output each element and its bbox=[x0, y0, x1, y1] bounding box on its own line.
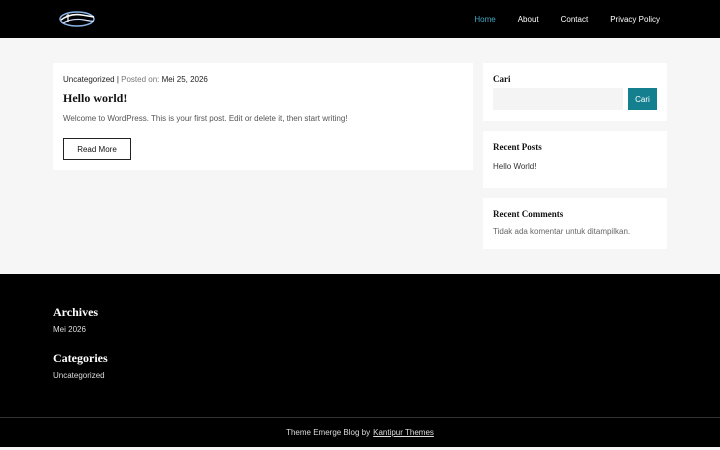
no-comments-text: Tidak ada komentar untuk ditampilkan. bbox=[493, 227, 631, 236]
footer-archives-title: Archives bbox=[53, 305, 99, 319]
read-more-button[interactable]: Read More bbox=[63, 138, 131, 160]
posted-on-label: Posted on: bbox=[121, 75, 160, 84]
credit-link[interactable]: Kantipur Themes bbox=[373, 428, 434, 437]
recent-post-link[interactable]: Hello World! bbox=[493, 162, 536, 171]
recent-posts-widget: Recent Posts Hello World! bbox=[483, 131, 667, 188]
meta-separator: | bbox=[116, 75, 119, 84]
site-footer: Archives Mei 2026 Categories Uncategoriz… bbox=[0, 274, 720, 417]
footer-categories-title: Categories bbox=[53, 351, 108, 365]
search-input[interactable] bbox=[493, 88, 623, 110]
post-card: Uncategorized | Posted on: Mei 25, 2026 … bbox=[53, 63, 473, 170]
nav-contact[interactable]: Contact bbox=[561, 15, 589, 24]
nav-about[interactable]: About bbox=[518, 15, 539, 24]
site-header: Home About Contact Privacy Policy bbox=[0, 0, 720, 38]
post-date-link[interactable]: Mei 25, 2026 bbox=[162, 75, 208, 84]
nav-home[interactable]: Home bbox=[474, 15, 495, 24]
post-meta: Uncategorized | Posted on: Mei 25, 2026 bbox=[63, 75, 208, 84]
recent-comments-widget: Recent Comments Tidak ada komentar untuk… bbox=[483, 198, 667, 249]
recent-comments-title: Recent Comments bbox=[493, 209, 564, 219]
footer-credit-bar: Theme Emerge Blog by Kantipur Themes bbox=[0, 417, 720, 447]
search-widget: Cari Cari bbox=[483, 63, 667, 121]
post-category-link[interactable]: Uncategorized bbox=[63, 75, 115, 84]
category-link[interactable]: Uncategorized bbox=[53, 371, 105, 380]
main-nav: Home About Contact Privacy Policy bbox=[452, 0, 660, 38]
credit-text: Theme Emerge Blog by bbox=[286, 428, 371, 437]
search-widget-title: Cari bbox=[493, 74, 511, 84]
search-button[interactable]: Cari bbox=[628, 88, 657, 110]
post-excerpt: Welcome to WordPress. This is your first… bbox=[63, 114, 348, 123]
recent-posts-title: Recent Posts bbox=[493, 142, 542, 152]
post-title[interactable]: Hello world! bbox=[63, 91, 127, 106]
site-logo-icon[interactable] bbox=[58, 9, 96, 29]
nav-privacy-policy[interactable]: Privacy Policy bbox=[610, 15, 660, 24]
archive-link[interactable]: Mei 2026 bbox=[53, 325, 86, 334]
